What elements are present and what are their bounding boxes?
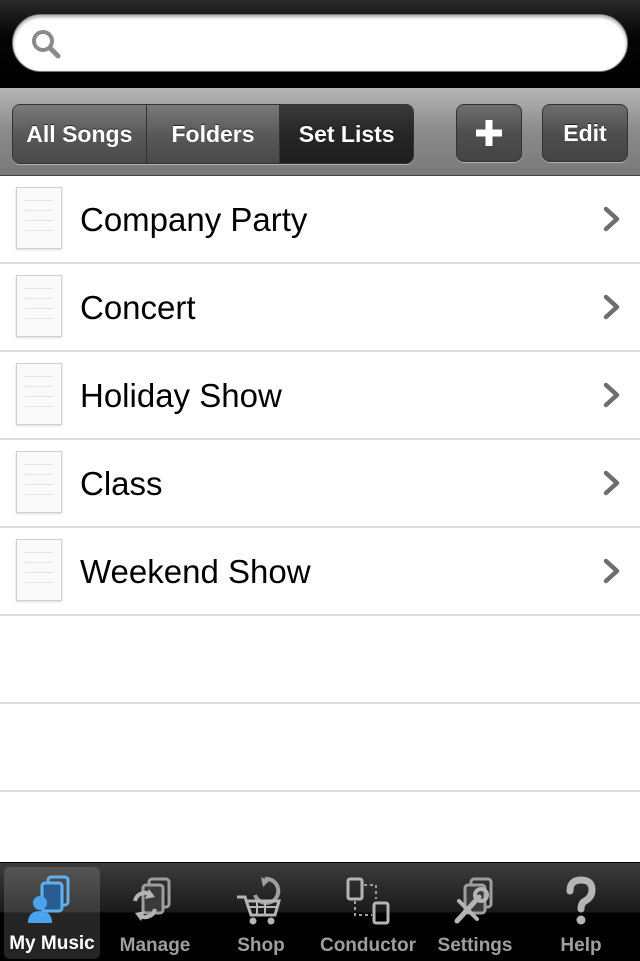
- document-icon: [16, 187, 62, 249]
- my-music-icon: [28, 875, 70, 923]
- chevron-right-icon: [603, 558, 620, 584]
- tab-label: My Music: [9, 933, 95, 954]
- segment-folders[interactable]: Folders: [146, 105, 281, 163]
- empty-row: [0, 616, 640, 704]
- plus-icon: [476, 120, 502, 146]
- tab-settings[interactable]: Settings: [422, 863, 528, 961]
- toolbar: All Songs Folders Set Lists Edit: [0, 88, 640, 176]
- segment-all-songs[interactable]: All Songs: [13, 105, 147, 163]
- settings-tools-icon: [454, 877, 493, 924]
- list-item[interactable]: Class: [0, 440, 640, 528]
- tab-label: Shop: [237, 935, 285, 956]
- search-bar: [0, 0, 640, 88]
- tab-label: Manage: [119, 935, 191, 956]
- chevron-right-icon: [603, 470, 620, 496]
- tab-label: Conductor: [319, 935, 417, 956]
- tab-label: Settings: [437, 935, 513, 956]
- document-icon: [16, 539, 62, 601]
- tab-shop[interactable]: Shop: [208, 863, 314, 961]
- search-field[interactable]: [12, 14, 628, 72]
- set-list: Company Party Concert Holiday Show Class…: [0, 176, 640, 880]
- list-item[interactable]: Weekend Show: [0, 528, 640, 616]
- tab-my-music[interactable]: My Music: [4, 867, 100, 959]
- tab-label: Help: [560, 935, 602, 956]
- chevron-right-icon: [603, 206, 620, 232]
- list-item[interactable]: Company Party: [0, 176, 640, 264]
- shop-cart-icon: [237, 876, 281, 925]
- document-icon: [16, 275, 62, 337]
- document-icon: [16, 451, 62, 513]
- list-item-label: Company Party: [80, 201, 308, 238]
- tab-manage[interactable]: Manage: [102, 863, 208, 961]
- chevron-right-icon: [603, 382, 620, 408]
- tab-help[interactable]: Help: [528, 863, 634, 961]
- conductor-devices-icon: [346, 877, 390, 925]
- edit-button[interactable]: Edit: [542, 104, 628, 162]
- list-item-label: Class: [80, 465, 163, 502]
- manage-icon: [133, 877, 171, 921]
- list-item[interactable]: Concert: [0, 264, 640, 352]
- empty-row: [0, 704, 640, 792]
- search-input[interactable]: [77, 23, 611, 65]
- library-segmented-control: All Songs Folders Set Lists: [12, 104, 414, 164]
- chevron-right-icon: [603, 294, 620, 320]
- add-button[interactable]: [456, 104, 522, 162]
- list-item-label: Concert: [80, 289, 196, 326]
- tab-bar: My Music Manage Shop Conductor Settings …: [0, 862, 640, 961]
- help-question-icon: [566, 876, 596, 925]
- document-icon: [16, 363, 62, 425]
- list-item-label: Weekend Show: [80, 553, 311, 590]
- tab-conductor[interactable]: Conductor: [314, 863, 422, 961]
- segment-set-lists[interactable]: Set Lists: [280, 105, 413, 163]
- list-item-label: Holiday Show: [80, 377, 282, 414]
- search-icon: [32, 30, 61, 59]
- list-item[interactable]: Holiday Show: [0, 352, 640, 440]
